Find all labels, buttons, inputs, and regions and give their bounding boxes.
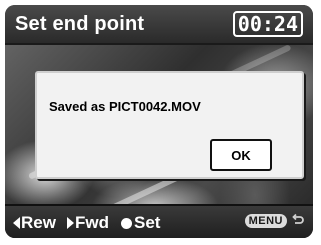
title-bar: Set end point 00:24 — [5, 5, 313, 45]
screen-title: Set end point — [15, 13, 145, 35]
ok-button[interactable]: OK — [210, 139, 272, 171]
set-label: Set — [134, 213, 161, 232]
save-dialog: Saved as PICT0042.MOV OK — [35, 71, 304, 179]
triangle-right-icon — [67, 217, 74, 229]
set-control[interactable]: Set — [121, 213, 160, 233]
save-message: Saved as PICT0042.MOV — [49, 99, 201, 114]
rew-label: Rew — [21, 213, 56, 232]
rew-control[interactable]: Rew — [13, 213, 56, 233]
fwd-label: Fwd — [75, 213, 109, 232]
timecode-display: 00:24 — [232, 11, 303, 37]
return-arrow-icon — [292, 213, 304, 224]
camera-screen: Set end point 00:24 Saved as PICT0042.MO… — [5, 5, 313, 238]
filled-circle-icon — [121, 217, 132, 229]
menu-button[interactable]: MENU — [244, 214, 287, 228]
control-bar: Rew Fwd Set MENU — [5, 204, 313, 238]
triangle-left-icon — [13, 217, 20, 229]
fwd-control[interactable]: Fwd — [67, 213, 109, 233]
